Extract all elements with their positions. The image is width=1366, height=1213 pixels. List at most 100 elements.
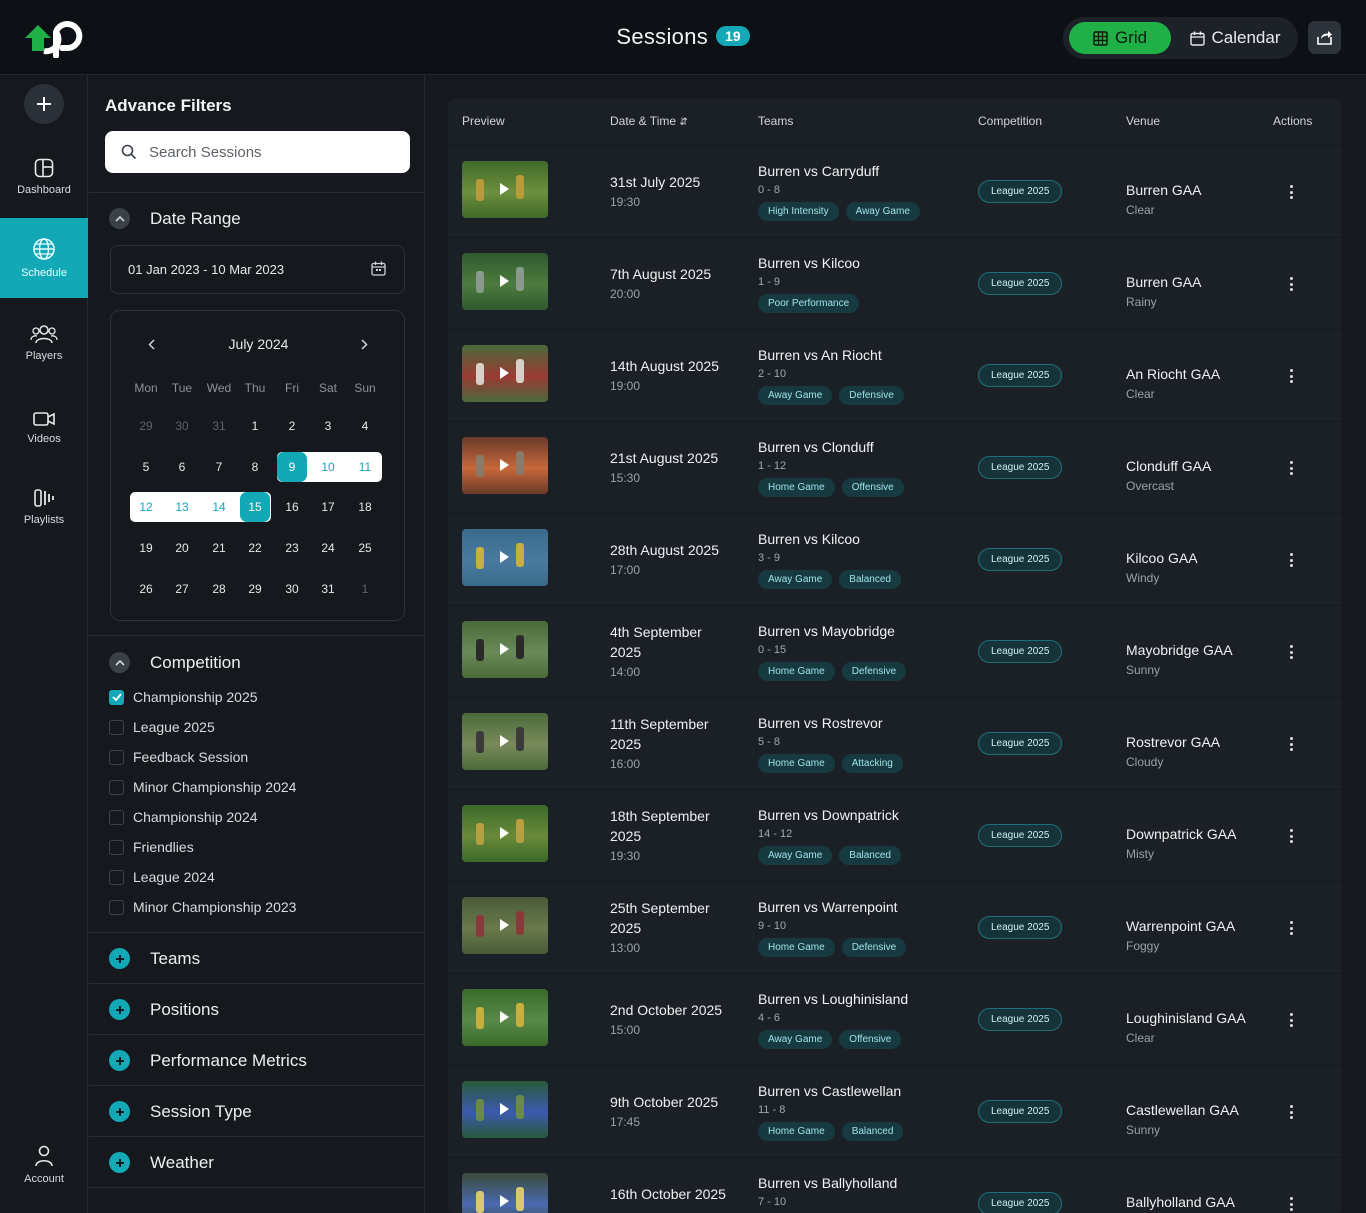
checkbox[interactable] [109, 869, 124, 885]
grid-view-button[interactable]: Grid [1069, 22, 1171, 54]
add-button[interactable] [24, 84, 64, 124]
calendar-day[interactable]: 15 [240, 492, 270, 522]
nav-item-schedule[interactable]: Schedule [0, 218, 88, 298]
table-row[interactable]: 4th September 2025 14:00 Burren vs Mayobri… [448, 605, 1342, 697]
competition-option[interactable]: League 2025 [109, 719, 215, 735]
table-row[interactable]: 21st August 2025 15:30 Burren vs Clonduff 1… [448, 421, 1342, 513]
video-thumbnail[interactable] [462, 529, 548, 586]
more-actions-icon[interactable] [1284, 185, 1298, 199]
calendar-day[interactable]: 30 [167, 411, 197, 441]
checkbox[interactable] [109, 689, 124, 705]
filter-section-session-type[interactable]: Session Type [109, 1101, 252, 1122]
nav-item-playlists[interactable]: Playlists [0, 467, 88, 547]
more-actions-icon[interactable] [1284, 737, 1298, 751]
filter-section-performance-metrics[interactable]: Performance Metrics [109, 1050, 307, 1071]
video-thumbnail[interactable] [462, 345, 548, 402]
table-row[interactable]: 18th September 2025 19:30 Burren vs Downpa… [448, 789, 1342, 881]
date-range-field[interactable]: 01 Jan 2023 - 10 Mar 2023 [110, 245, 405, 294]
calendar-day[interactable]: 20 [167, 533, 197, 563]
competition-option[interactable]: Minor Championship 2023 [109, 899, 296, 915]
calendar-day[interactable]: 9 [277, 452, 307, 482]
table-row[interactable]: 16th October 2025 Burren vs Ballyholland 7… [448, 1157, 1342, 1213]
more-actions-icon[interactable] [1284, 277, 1298, 291]
table-row[interactable]: 25th September 2025 13:00 Burren vs Warren… [448, 881, 1342, 973]
calendar-day[interactable]: 25 [350, 533, 380, 563]
calendar-day[interactable]: 5 [131, 452, 161, 482]
calendar-day[interactable]: 14 [204, 492, 234, 522]
calendar-day[interactable]: 11 [350, 452, 380, 482]
checkbox[interactable] [109, 839, 124, 855]
calendar-day[interactable]: 19 [131, 533, 161, 563]
competition-option[interactable]: Friendlies [109, 839, 194, 855]
video-thumbnail[interactable] [462, 989, 548, 1046]
calendar-day[interactable]: 24 [313, 533, 343, 563]
filter-section-positions[interactable]: Positions [109, 999, 219, 1020]
more-actions-icon[interactable] [1284, 921, 1298, 935]
calendar-day[interactable]: 31 [204, 411, 234, 441]
date-range-toggle[interactable]: Date Range [109, 208, 241, 229]
video-thumbnail[interactable] [462, 621, 548, 678]
nav-item-dashboard[interactable]: Dashboard [0, 137, 88, 217]
table-row[interactable]: 31st July 2025 19:30 Burren vs Carryduff 0 … [448, 145, 1342, 237]
more-actions-icon[interactable] [1284, 645, 1298, 659]
calendar-day[interactable]: 16 [277, 492, 307, 522]
calendar-day[interactable]: 30 [277, 574, 307, 604]
competition-toggle[interactable]: Competition [109, 652, 241, 673]
competition-option[interactable]: Championship 2024 [109, 809, 258, 825]
calendar-day[interactable]: 29 [240, 574, 270, 604]
more-actions-icon[interactable] [1284, 829, 1298, 843]
calendar-day[interactable]: 1 [240, 411, 270, 441]
calendar-day[interactable]: 1 [350, 574, 380, 604]
checkbox[interactable] [109, 899, 124, 915]
calendar-day[interactable]: 12 [131, 492, 161, 522]
more-actions-icon[interactable] [1284, 369, 1298, 383]
table-row[interactable]: 2nd October 2025 15:00 Burren vs Loughinis… [448, 973, 1342, 1065]
checkbox[interactable] [109, 809, 124, 825]
checkbox[interactable] [109, 779, 124, 795]
checkbox[interactable] [109, 749, 124, 765]
competition-option[interactable]: Championship 2025 [109, 689, 258, 705]
calendar-day[interactable]: 27 [167, 574, 197, 604]
filter-section-teams[interactable]: Teams [109, 948, 200, 969]
calendar-day[interactable]: 23 [277, 533, 307, 563]
checkbox[interactable] [109, 719, 124, 735]
more-actions-icon[interactable] [1284, 1013, 1298, 1027]
video-thumbnail[interactable] [462, 161, 548, 218]
table-row[interactable]: 9th October 2025 17:45 Burren vs Castlewel… [448, 1065, 1342, 1157]
video-thumbnail[interactable] [462, 713, 548, 770]
table-row[interactable]: 14th August 2025 19:00 Burren vs An Riocht… [448, 329, 1342, 421]
calendar-day[interactable]: 17 [313, 492, 343, 522]
share-button[interactable] [1308, 21, 1341, 54]
more-actions-icon[interactable] [1284, 1197, 1298, 1211]
table-row[interactable]: 28th August 2025 17:00 Burren vs Kilcoo 3 -… [448, 513, 1342, 605]
next-month-button[interactable] [354, 334, 374, 354]
calendar-day[interactable]: 13 [167, 492, 197, 522]
calendar-day[interactable]: 28 [204, 574, 234, 604]
competition-option[interactable]: Feedback Session [109, 749, 248, 765]
video-thumbnail[interactable] [462, 1081, 548, 1138]
calendar-day[interactable]: 18 [350, 492, 380, 522]
col-header-datetime[interactable]: Date & Time ⇵ [610, 114, 688, 128]
calendar-day[interactable]: 6 [167, 452, 197, 482]
calendar-view-button[interactable]: Calendar [1177, 22, 1293, 54]
video-thumbnail[interactable] [462, 897, 548, 954]
competition-option[interactable]: Minor Championship 2024 [109, 779, 296, 795]
nav-item-videos[interactable]: Videos [0, 388, 88, 468]
video-thumbnail[interactable] [462, 805, 548, 862]
more-actions-icon[interactable] [1284, 461, 1298, 475]
table-row[interactable]: 7th August 2025 20:00 Burren vs Kilcoo 1 - … [448, 237, 1342, 329]
calendar-day[interactable]: 22 [240, 533, 270, 563]
calendar-day[interactable]: 31 [313, 574, 343, 604]
calendar-day[interactable]: 29 [131, 411, 161, 441]
filter-section-weather[interactable]: Weather [109, 1152, 214, 1173]
video-thumbnail[interactable] [462, 437, 548, 494]
calendar-day[interactable]: 10 [313, 452, 343, 482]
nav-item-account[interactable]: Account [0, 1125, 88, 1205]
more-actions-icon[interactable] [1284, 1105, 1298, 1119]
search-input[interactable] [149, 131, 399, 173]
video-thumbnail[interactable] [462, 253, 548, 310]
calendar-day[interactable]: 26 [131, 574, 161, 604]
table-row[interactable]: 11th September 2025 16:00 Burren vs Rostre… [448, 697, 1342, 789]
calendar-day[interactable]: 3 [313, 411, 343, 441]
more-actions-icon[interactable] [1284, 553, 1298, 567]
